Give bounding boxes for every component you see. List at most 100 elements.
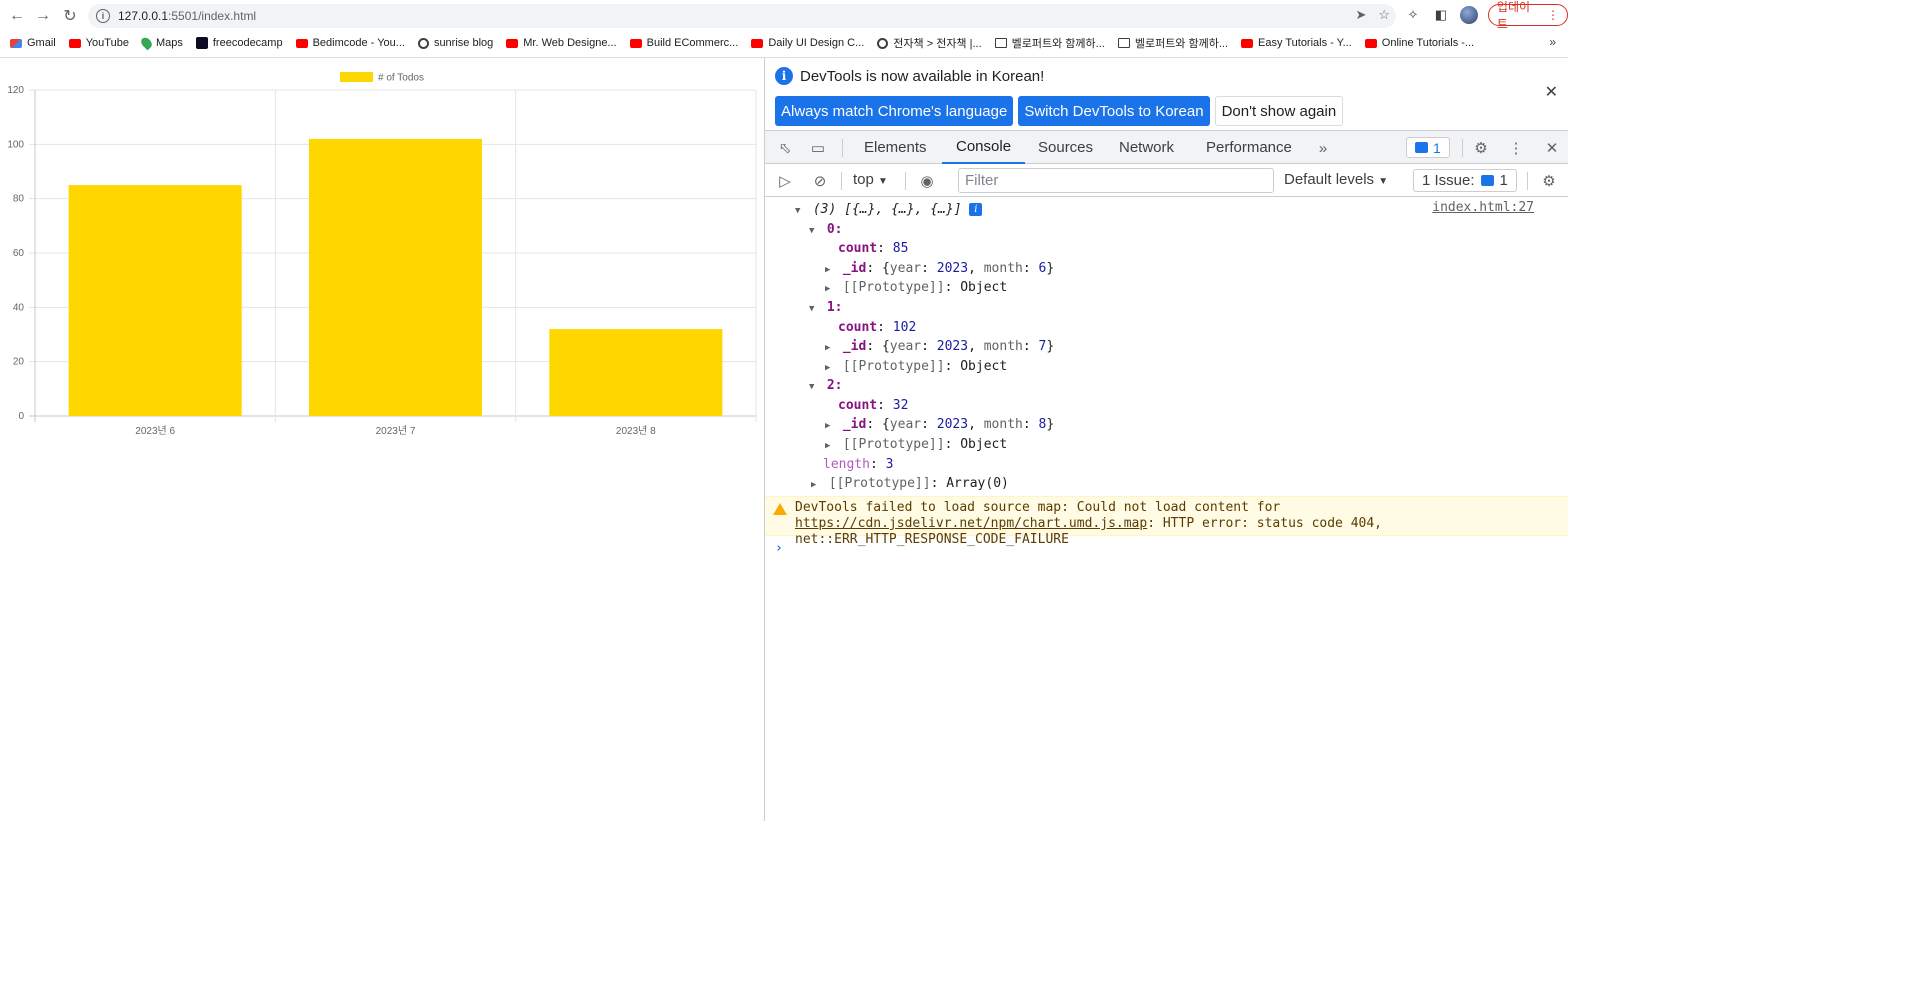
console-toolbar: ▷ ⊘ top ▼ ◉ Filter Default levels ▼ 1 Is…	[765, 164, 1568, 197]
live-expression-eye-icon[interactable]: ◉	[917, 171, 937, 191]
close-devtools-icon[interactable]: ✕	[1542, 138, 1562, 158]
issues-count: 1	[1499, 172, 1508, 189]
collapsed-triangle-icon[interactable]: ▶	[811, 476, 821, 494]
tab-performance[interactable]: Performance	[1192, 131, 1306, 164]
maps-icon	[139, 35, 154, 51]
address-bar[interactable]: i 127.0.0.1:5501/index.html ➤ ☆	[88, 4, 1396, 28]
bar-2023년-8	[549, 329, 723, 416]
extensions-puzzle-icon[interactable]: ✧	[1404, 6, 1422, 24]
prototype-row[interactable]: ▶ [[Prototype]]: Object	[825, 279, 1007, 297]
forward-arrow-icon[interactable]: →	[30, 3, 56, 29]
always-match-language-button[interactable]: Always match Chrome's language	[775, 96, 1014, 126]
collapsed-triangle-icon[interactable]: ▶	[825, 417, 835, 435]
id-year: 2023	[936, 417, 969, 432]
browser-toolbar: ← → ↻ i 127.0.0.1:5501/index.html ➤ ☆ ✧ …	[0, 0, 1568, 32]
bookmark-item[interactable]: Online Tutorials -...	[1364, 37, 1474, 49]
prototype-row[interactable]: ▶ [[Prototype]]: Object	[825, 436, 1007, 454]
device-toolbar-icon[interactable]: ▭	[808, 138, 828, 158]
log-levels-dropdown[interactable]: Default levels ▼	[1284, 171, 1388, 188]
array-log-row[interactable]: ▼ (3) [{…}, {…}, {…}] i	[795, 201, 983, 220]
separator	[1462, 139, 1463, 157]
entry-1-row[interactable]: ▼ 1:	[809, 299, 842, 317]
tab-console[interactable]: Console	[942, 131, 1026, 164]
more-options-kebab-icon[interactable]: ⋮	[1506, 138, 1526, 158]
collapsed-triangle-icon[interactable]: ▶	[825, 359, 835, 377]
collapsed-triangle-icon[interactable]: ▶	[825, 339, 835, 357]
devtools-tabbar: ⬁ ▭ Elements Console Sources Network Per…	[765, 130, 1568, 164]
issues-button[interactable]: 1 Issue: 1	[1413, 169, 1517, 192]
context-selector[interactable]: top ▼	[853, 171, 888, 188]
console-settings-gear-icon[interactable]: ⚙	[1539, 171, 1559, 191]
update-button[interactable]: 업데이트 ⋮	[1487, 0, 1568, 31]
bookmark-label: 벨로퍼트와 함께하...	[1134, 38, 1229, 50]
send-icon[interactable]: ➤	[1355, 7, 1366, 23]
bookmark-star-icon[interactable]: ☆	[1378, 7, 1390, 23]
tab-sources[interactable]: Sources	[1024, 131, 1107, 164]
settings-gear-icon[interactable]: ⚙	[1471, 138, 1491, 158]
info-badge-icon[interactable]: i	[969, 203, 983, 216]
more-tabs-chevron-icon[interactable]: »	[1313, 138, 1333, 158]
bookmark-item[interactable]: YouTube	[68, 37, 129, 49]
entry-0-row[interactable]: ▼ 0:	[809, 221, 842, 239]
bookmark-item[interactable]: Easy Tutorials - Y...	[1241, 37, 1352, 49]
collapsed-triangle-icon[interactable]: ▶	[825, 261, 835, 279]
expand-triangle-icon[interactable]: ▼	[809, 222, 819, 240]
bookmark-label: YouTube	[85, 37, 129, 49]
y-tick-label: 60	[13, 248, 25, 259]
array-prototype-row[interactable]: ▶ [[Prototype]]: Array(0)	[811, 475, 1009, 493]
collapsed-triangle-icon[interactable]: ▶	[825, 280, 835, 298]
bookmark-item[interactable]: Mr. Web Designe...	[506, 37, 617, 49]
globe-icon	[877, 37, 889, 49]
collapsed-triangle-icon[interactable]: ▶	[825, 437, 835, 455]
side-panel-icon[interactable]: ◧	[1432, 6, 1450, 24]
console-filter-input[interactable]: Filter	[958, 168, 1274, 193]
y-tick-label: 0	[18, 411, 24, 422]
expand-triangle-icon[interactable]: ▼	[795, 202, 805, 220]
prototype-row[interactable]: ▶ [[Prototype]]: Object	[825, 358, 1007, 376]
tab-network[interactable]: Network	[1105, 131, 1188, 164]
youtube-icon	[68, 38, 81, 48]
clear-console-icon[interactable]: ⊘	[810, 171, 830, 191]
bookmark-item[interactable]: sunrise blog	[417, 37, 493, 49]
entry-2-row[interactable]: ▼ 2:	[809, 377, 842, 395]
bookmark-label: Gmail	[27, 37, 56, 49]
bookmark-item[interactable]: Build ECommerc...	[629, 37, 738, 49]
prototype-key: [[Prototype]]	[842, 280, 945, 295]
profile-avatar[interactable]	[1459, 6, 1478, 24]
y-tick-label: 100	[7, 139, 24, 150]
bookmark-item[interactable]: Gmail	[10, 37, 56, 49]
bookmark-item[interactable]: Bedimcode - You...	[295, 37, 405, 49]
bookmark-label: freecodecamp	[212, 37, 283, 49]
id-row[interactable]: ▶ _id: {year: 2023, month: 7}	[825, 338, 1054, 356]
reload-icon[interactable]: ↻	[57, 3, 83, 29]
update-label: 업데이트	[1496, 0, 1531, 31]
bookmark-item[interactable]: 전자책 > 전자책 |...	[877, 35, 982, 51]
bookmark-item[interactable]: freecodecamp	[195, 37, 283, 49]
sidebar-toggle-icon[interactable]: ▷	[775, 171, 795, 191]
close-infobar-icon[interactable]: ✕	[1545, 82, 1558, 102]
dont-show-again-button[interactable]: Don't show again	[1214, 96, 1344, 126]
messages-badge[interactable]: 1	[1406, 137, 1450, 158]
bookmark-item[interactable]: Maps	[139, 35, 183, 51]
y-tick-label: 20	[13, 357, 25, 368]
tab-elements[interactable]: Elements	[850, 131, 941, 164]
switch-to-korean-button[interactable]: Switch DevTools to Korean	[1018, 96, 1210, 126]
prototype-value: Object	[960, 280, 1008, 295]
length-key: length	[823, 457, 870, 472]
bookmark-item[interactable]: 벨로퍼트와 함께하...	[994, 35, 1105, 51]
console-prompt-icon[interactable]: ›	[775, 541, 783, 556]
source-link[interactable]: index.html:27	[1432, 200, 1534, 215]
url-host: 127.0.0.1	[118, 9, 169, 23]
bookmark-item[interactable]: Daily UI Design C...	[751, 37, 864, 49]
more-bookmarks-chevron-icon[interactable]: »	[1549, 35, 1556, 49]
inspect-element-icon[interactable]: ⬁	[775, 138, 795, 158]
back-arrow-icon[interactable]: ←	[4, 3, 30, 29]
bookmark-item[interactable]: 벨로퍼트와 함께하...	[1117, 35, 1229, 51]
id-row[interactable]: ▶ _id: {year: 2023, month: 8}	[825, 416, 1054, 434]
site-info-icon[interactable]: i	[96, 9, 110, 23]
warning-link[interactable]: https://cdn.jsdelivr.net/npm/chart.umd.j…	[795, 516, 1147, 531]
expand-triangle-icon[interactable]: ▼	[809, 300, 819, 318]
id-row[interactable]: ▶ _id: {year: 2023, month: 6}	[825, 260, 1054, 278]
prototype-value: Object	[960, 437, 1008, 452]
expand-triangle-icon[interactable]: ▼	[809, 378, 819, 396]
